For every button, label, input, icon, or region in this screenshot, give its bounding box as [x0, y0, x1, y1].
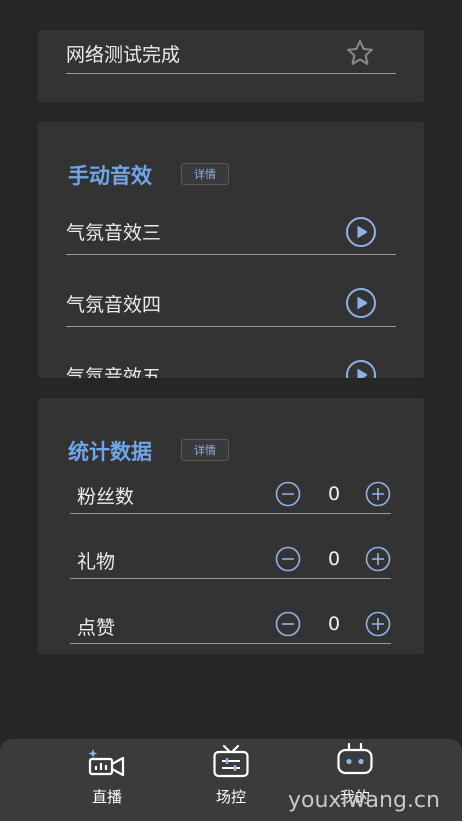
- stat-label: 点赞: [77, 617, 116, 639]
- plus-circle-icon[interactable]: [365, 546, 391, 572]
- sound-effects-detail-button[interactable]: 详情: [181, 163, 229, 185]
- row-divider: [70, 643, 391, 644]
- sound-item-label: 气氛音效五: [66, 366, 162, 378]
- play-icon[interactable]: [345, 216, 377, 248]
- robot-face-icon: [337, 743, 373, 775]
- stat-value: 0: [327, 548, 341, 570]
- sound-effects-card: 手动音效 详情 气氛音效三 气氛音效四 气氛音效五: [38, 122, 424, 378]
- row-divider: [66, 254, 396, 255]
- stat-label: 礼物: [77, 551, 116, 573]
- plus-circle-icon[interactable]: [365, 481, 391, 507]
- minus-circle-icon[interactable]: [275, 481, 301, 507]
- row-divider: [70, 513, 391, 514]
- network-card: 网络测试完成: [38, 30, 424, 102]
- row-divider: [66, 73, 396, 74]
- row-divider: [66, 326, 396, 327]
- statistics-card: 统计数据 详情 粉丝数 0 礼物 0 点赞 0: [38, 398, 424, 654]
- play-icon[interactable]: [345, 359, 377, 378]
- stat-value: 0: [327, 483, 341, 505]
- watermark-text: youxiwang.cn: [288, 788, 440, 813]
- row-divider: [70, 578, 391, 579]
- minus-circle-icon[interactable]: [275, 611, 301, 637]
- play-icon[interactable]: [345, 287, 377, 319]
- tab-label: 直播: [91, 788, 122, 806]
- plus-circle-icon[interactable]: [365, 611, 391, 637]
- tv-control-icon: [213, 744, 249, 778]
- stat-label: 粉丝数: [77, 486, 135, 508]
- sound-effects-title: 手动音效: [68, 164, 152, 188]
- live-camera-icon: [88, 749, 125, 777]
- statistics-title: 统计数据: [68, 440, 152, 464]
- stat-value: 0: [327, 613, 341, 635]
- sound-item-label: 气氛音效三: [66, 222, 162, 244]
- tab-control[interactable]: 场控: [181, 739, 281, 821]
- network-test-label: 网络测试完成: [66, 44, 181, 66]
- star-icon[interactable]: [345, 38, 375, 68]
- statistics-detail-button[interactable]: 详情: [181, 439, 229, 461]
- sound-item-label: 气氛音效四: [66, 294, 162, 316]
- tab-label: 场控: [215, 788, 246, 806]
- tab-live[interactable]: 直播: [57, 739, 157, 821]
- minus-circle-icon[interactable]: [275, 546, 301, 572]
